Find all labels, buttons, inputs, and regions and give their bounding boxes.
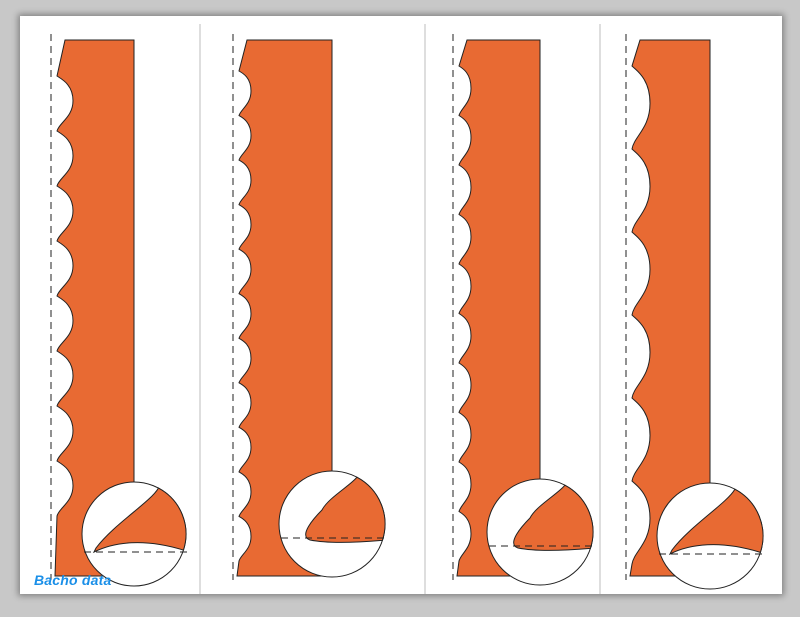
diagram-sheet: Bacho data: [20, 16, 782, 594]
tooth-profile-diagram: [50, 24, 767, 594]
source-caption: Bacho data: [34, 572, 112, 588]
